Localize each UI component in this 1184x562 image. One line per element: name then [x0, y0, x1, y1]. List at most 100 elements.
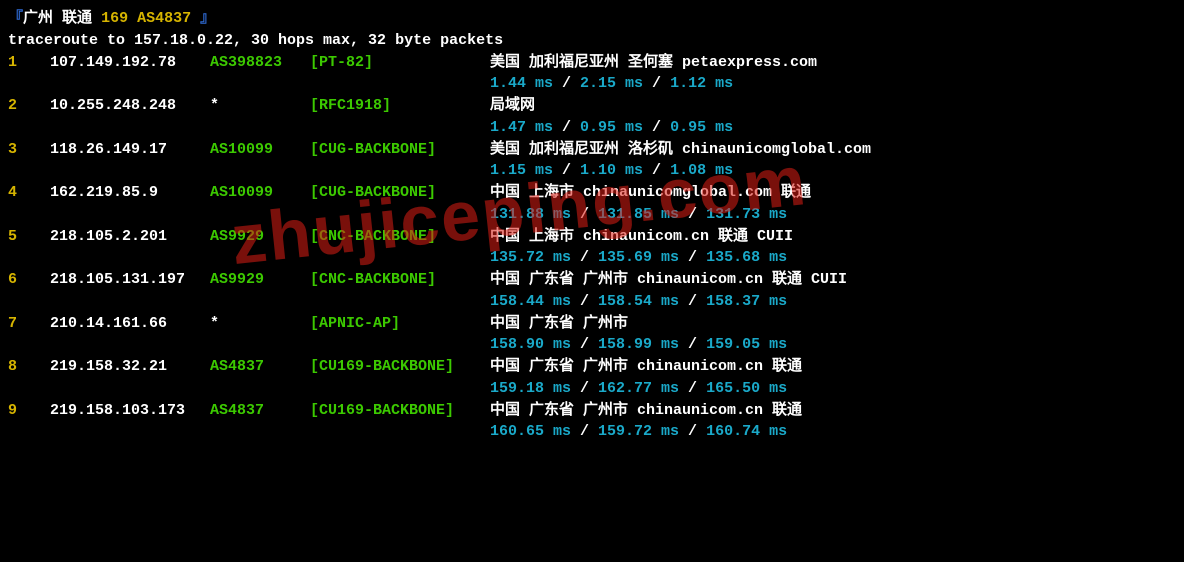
hop-timings: 160.65 ms / 159.72 ms / 160.74 ms — [8, 421, 1176, 443]
separator: / — [571, 380, 598, 397]
hop-timing-row: 1.15 ms / 1.10 ms / 1.08 ms — [8, 160, 1176, 182]
hop-t3: 159.05 ms — [706, 336, 787, 353]
hop-location: 中国 上海市 chinaunicomglobal.com 联通 — [490, 182, 1176, 204]
hop-t1: 1.44 ms — [490, 75, 553, 92]
hop-ip: 218.105.131.197 — [50, 269, 210, 291]
separator: / — [679, 380, 706, 397]
separator: / — [571, 336, 598, 353]
hop-bracket: [CNC-BACKBONE] — [310, 226, 490, 248]
separator: / — [643, 75, 670, 92]
hop-location: 中国 广东省 广州市 — [490, 313, 1176, 335]
hop-timings: 158.90 ms / 158.99 ms / 159.05 ms — [8, 334, 1176, 356]
hop-number: 2 — [8, 95, 50, 117]
hop-asn: AS9929 — [210, 269, 310, 291]
hop-t2: 158.99 ms — [598, 336, 679, 353]
separator: / — [679, 206, 706, 223]
separator: / — [571, 293, 598, 310]
hop-t2: 162.77 ms — [598, 380, 679, 397]
hop-location: 中国 广东省 广州市 chinaunicom.cn 联通 — [490, 400, 1176, 422]
hop-bracket: [PT-82] — [310, 52, 490, 74]
hop-t3: 131.73 ms — [706, 206, 787, 223]
hop-t1: 159.18 ms — [490, 380, 571, 397]
hop-timing-row: 158.90 ms / 158.99 ms / 159.05 ms — [8, 334, 1176, 356]
hop-row: 5218.105.2.201AS9929[CNC-BACKBONE]中国 上海市… — [8, 226, 1176, 248]
header-open-bracket: 『 — [8, 10, 23, 27]
hop-ip: 162.219.85.9 — [50, 182, 210, 204]
hop-bracket: [APNIC-AP] — [310, 313, 490, 335]
hop-asn: * — [210, 313, 310, 335]
separator: / — [679, 423, 706, 440]
hop-number: 1 — [8, 52, 50, 74]
hop-t2: 2.15 ms — [580, 75, 643, 92]
traceroute-subheader: traceroute to 157.18.0.22, 30 hops max, … — [8, 30, 1176, 52]
header-code: 169 — [101, 10, 128, 27]
hop-row: 6218.105.131.197AS9929[CNC-BACKBONE]中国 广… — [8, 269, 1176, 291]
hop-t1: 1.47 ms — [490, 119, 553, 136]
hop-timing-row: 159.18 ms / 162.77 ms / 165.50 ms — [8, 378, 1176, 400]
separator: / — [571, 206, 598, 223]
hop-asn: AS10099 — [210, 182, 310, 204]
traceroute-header: 『广州 联通 169 AS4837 』 — [8, 8, 1176, 30]
hop-timings: 131.88 ms / 131.85 ms / 131.73 ms — [8, 204, 1176, 226]
hop-number: 6 — [8, 269, 50, 291]
hop-t1: 158.44 ms — [490, 293, 571, 310]
hop-t3: 1.08 ms — [670, 162, 733, 179]
hop-asn: AS10099 — [210, 139, 310, 161]
separator: / — [553, 75, 580, 92]
hop-t1: 160.65 ms — [490, 423, 571, 440]
hop-t1: 1.15 ms — [490, 162, 553, 179]
hop-location: 中国 广东省 广州市 chinaunicom.cn 联通 — [490, 356, 1176, 378]
traceroute-hops: 1107.149.192.78AS398823[PT-82]美国 加利福尼亚州 … — [8, 52, 1176, 444]
hop-bracket: [CU169-BACKBONE] — [310, 400, 490, 422]
hop-asn: AS4837 — [210, 356, 310, 378]
hop-ip: 218.105.2.201 — [50, 226, 210, 248]
hop-row: 9219.158.103.173AS4837[CU169-BACKBONE]中国… — [8, 400, 1176, 422]
hop-timing-row: 1.44 ms / 2.15 ms / 1.12 ms — [8, 73, 1176, 95]
hop-location: 局域网 — [490, 95, 1176, 117]
hop-t2: 135.69 ms — [598, 249, 679, 266]
hop-number: 7 — [8, 313, 50, 335]
hop-timing-row: 131.88 ms / 131.85 ms / 131.73 ms — [8, 204, 1176, 226]
hop-t2: 158.54 ms — [598, 293, 679, 310]
hop-number: 9 — [8, 400, 50, 422]
hop-ip: 10.255.248.248 — [50, 95, 210, 117]
hop-bracket: [RFC1918] — [310, 95, 490, 117]
hop-t1: 135.72 ms — [490, 249, 571, 266]
hop-asn: AS398823 — [210, 52, 310, 74]
hop-t1: 158.90 ms — [490, 336, 571, 353]
hop-number: 8 — [8, 356, 50, 378]
separator: / — [553, 119, 580, 136]
hop-timings: 1.44 ms / 2.15 ms / 1.12 ms — [8, 73, 1176, 95]
hop-t3: 158.37 ms — [706, 293, 787, 310]
header-close-bracket: 』 — [200, 10, 215, 27]
hop-t3: 165.50 ms — [706, 380, 787, 397]
hop-timings: 1.15 ms / 1.10 ms / 1.08 ms — [8, 160, 1176, 182]
hop-timings: 159.18 ms / 162.77 ms / 165.50 ms — [8, 378, 1176, 400]
hop-timing-row: 160.65 ms / 159.72 ms / 160.74 ms — [8, 421, 1176, 443]
hop-t1: 131.88 ms — [490, 206, 571, 223]
hop-location: 中国 上海市 chinaunicom.cn 联通 CUII — [490, 226, 1176, 248]
hop-number: 3 — [8, 139, 50, 161]
hop-location: 美国 加利福尼亚州 洛杉矶 chinaunicomglobal.com — [490, 139, 1176, 161]
separator: / — [679, 336, 706, 353]
separator: / — [571, 249, 598, 266]
hop-location: 中国 广东省 广州市 chinaunicom.cn 联通 CUII — [490, 269, 1176, 291]
header-carrier: 联通 — [62, 10, 92, 27]
hop-row: 7210.14.161.66*[APNIC-AP]中国 广东省 广州市 — [8, 313, 1176, 335]
hop-t2: 159.72 ms — [598, 423, 679, 440]
hop-row: 210.255.248.248*[RFC1918]局域网 — [8, 95, 1176, 117]
hop-timing-row: 135.72 ms / 135.69 ms / 135.68 ms — [8, 247, 1176, 269]
hop-ip: 107.149.192.78 — [50, 52, 210, 74]
hop-number: 5 — [8, 226, 50, 248]
separator: / — [643, 162, 670, 179]
hop-location: 美国 加利福尼亚州 圣何塞 petaexpress.com — [490, 52, 1176, 74]
hop-timings: 135.72 ms / 135.69 ms / 135.68 ms — [8, 247, 1176, 269]
separator: / — [679, 293, 706, 310]
header-asn: AS4837 — [137, 10, 191, 27]
hop-row: 3118.26.149.17AS10099[CUG-BACKBONE]美国 加利… — [8, 139, 1176, 161]
hop-t2: 0.95 ms — [580, 119, 643, 136]
hop-bracket: [CU169-BACKBONE] — [310, 356, 490, 378]
hop-bracket: [CNC-BACKBONE] — [310, 269, 490, 291]
separator: / — [679, 249, 706, 266]
hop-row: 8219.158.32.21AS4837[CU169-BACKBONE]中国 广… — [8, 356, 1176, 378]
